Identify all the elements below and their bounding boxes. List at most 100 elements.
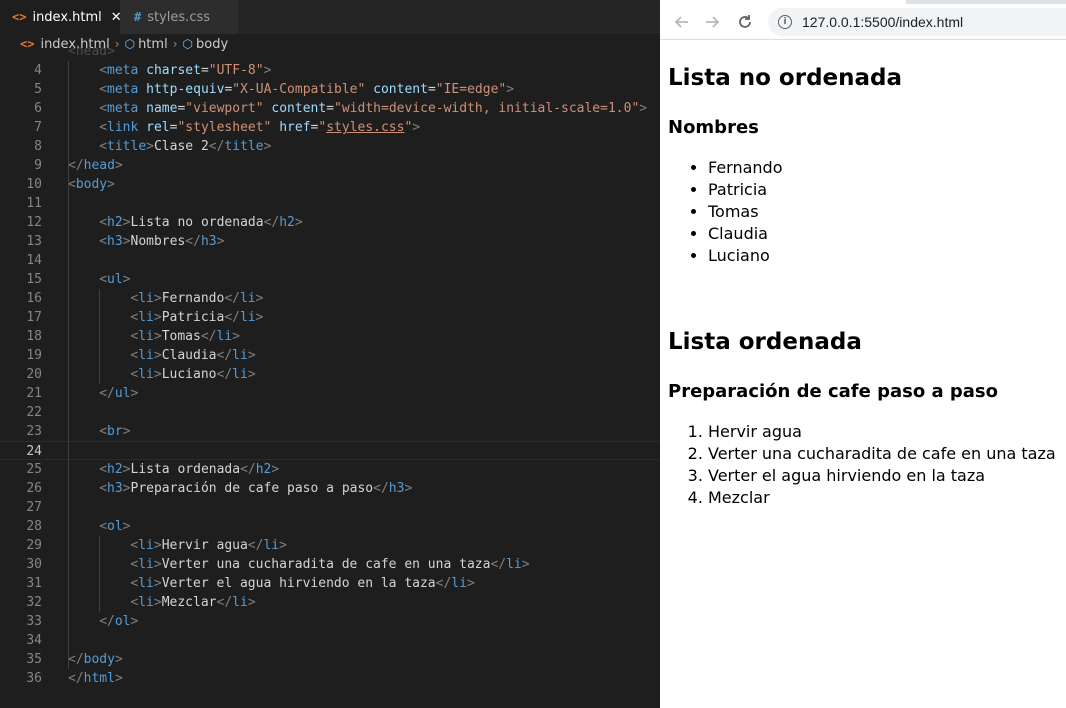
code-text: <h2>Lista no ordenada</h2> (99, 215, 303, 230)
line-number: 28 (26, 519, 42, 534)
line-number: 10 (26, 177, 42, 192)
html-file-icon: <> (20, 37, 35, 51)
code-text: <body> (68, 177, 115, 192)
line-number: 19 (26, 348, 42, 363)
html-file-icon: <> (12, 10, 27, 24)
code-line[interactable]: 28 <ol> (0, 517, 660, 536)
code-text: <title>Clase 2</title> (99, 139, 272, 154)
breadcrumb-html[interactable]: html (138, 37, 168, 52)
list-item: Mezclar (708, 487, 1056, 509)
code-line[interactable]: 25 <h2>Lista ordenada</h2> (0, 460, 660, 479)
line-number: 15 (26, 272, 42, 287)
chevron-right-icon: › (114, 37, 120, 51)
line-number: 23 (26, 424, 42, 439)
code-text: </ul> (99, 386, 139, 401)
line-number: 9 (34, 158, 42, 173)
code-line[interactable]: 35 </body> (0, 650, 660, 669)
code-text: <li>Claudia</li> (130, 348, 256, 363)
back-button[interactable] (670, 10, 694, 34)
code-line[interactable]: 26 <h3>Preparación de cafe paso a paso</h… (0, 479, 660, 498)
reload-icon (739, 15, 751, 28)
code-line[interactable]: 21 </ul> (0, 384, 660, 403)
list-item: Hervir agua (708, 421, 1056, 443)
heading-unordered-list: Lista no ordenada (668, 65, 903, 91)
line-number: 27 (26, 500, 42, 515)
code-text: <li>Luciano</li> (130, 367, 256, 382)
code-area[interactable]: <head> 4 <meta charset="UTF-8"> 5 <meta htt… (0, 44, 660, 708)
line-number: 6 (34, 101, 42, 116)
heading-ordered-list: Lista ordenada (668, 329, 862, 355)
line-number: 16 (26, 291, 42, 306)
line-number: 20 (26, 367, 42, 382)
code-text: <li>Verter una cucharadita de cafe en un… (130, 557, 530, 572)
line-number: 31 (26, 576, 42, 591)
line-number: 13 (26, 234, 42, 249)
code-text: <meta charset="UTF-8"> (99, 63, 272, 78)
indent-guide (68, 61, 69, 669)
code-line[interactable]: 23 <br> (0, 422, 660, 441)
code-line[interactable]: 34 (0, 631, 660, 650)
address-bar[interactable]: i 127.0.0.1:5500/index.html (768, 8, 1066, 36)
code-text: <li>Verter el agua hirviendo en la taza<… (130, 576, 475, 591)
line-number: 17 (26, 310, 42, 325)
line-number: 29 (26, 538, 42, 553)
code-line[interactable]: 9 </head> (0, 156, 660, 175)
css-file-icon: # (134, 10, 142, 24)
line-number: 35 (26, 652, 42, 667)
rendered-page: Lista no ordenada Nombres Fernando Patri… (660, 40, 1066, 708)
list-item: Patricia (708, 179, 783, 201)
chevron-right-icon: › (172, 37, 178, 51)
url-text[interactable]: 127.0.0.1:5500/index.html (802, 14, 963, 30)
browser-window: i 127.0.0.1:5500/index.html Lista no ord… (660, 0, 1066, 708)
indent-guide (99, 289, 100, 384)
code-line[interactable]: 15 <ul> (0, 270, 660, 289)
breadcrumb-body[interactable]: body (196, 37, 228, 52)
arrow-right-icon (706, 16, 720, 28)
code-line[interactable]: 13 <h3>Nombres</h3> (0, 232, 660, 251)
code-line[interactable]: 33 </ol> (0, 612, 660, 631)
line-number: 4 (34, 63, 42, 78)
list-item: Tomas (708, 201, 783, 223)
line-number: 7 (34, 120, 42, 135)
code-text: <li>Mezclar</li> (130, 595, 256, 610)
line-number: 12 (26, 215, 42, 230)
code-text: <link rel="stylesheet" href="styles.css"… (99, 120, 421, 135)
code-line[interactable]: 6 <meta name="viewport" content="width=de… (0, 99, 660, 118)
code-text: <h3>Preparación de cafe paso a paso</h3> (99, 481, 413, 496)
forward-button[interactable] (700, 10, 724, 34)
code-text: <h2>Lista ordenada</h2> (99, 462, 280, 477)
browser-toolbar: i 127.0.0.1:5500/index.html (660, 4, 1066, 40)
code-line[interactable]: 11 (0, 194, 660, 213)
code-text: <h3>Nombres</h3> (99, 234, 225, 249)
code-text: <li>Patricia</li> (130, 310, 264, 325)
code-line[interactable]: 12 <h2>Lista no ordenada</h2> (0, 213, 660, 232)
line-number: 21 (26, 386, 42, 401)
ordered-list: Hervir agua Verter una cucharadita de ca… (668, 421, 1056, 509)
code-line[interactable]: 36 </html> (0, 669, 660, 688)
tab-styles-css[interactable]: # styles.css (120, 0, 238, 34)
code-line[interactable]: 27 (0, 498, 660, 517)
code-line[interactable]: 14 (0, 251, 660, 270)
tab-index-html[interactable]: <> index.html ✕ (0, 0, 122, 34)
code-editor[interactable]: <> index.html ✕ # styles.css <> index.ht… (0, 0, 660, 708)
line-number: 5 (34, 82, 42, 97)
line-number: 33 (26, 614, 42, 629)
code-line[interactable]: 7 <link rel="stylesheet" href="styles.css… (0, 118, 660, 137)
code-text: <meta http-equiv="X-UA-Compatible" conte… (99, 82, 515, 97)
indent-guide (99, 536, 100, 612)
code-line[interactable]: 4 <meta charset="UTF-8"> (0, 61, 660, 80)
reload-button[interactable] (733, 10, 757, 34)
code-line[interactable]: 22 (0, 403, 660, 422)
line-number: 30 (26, 557, 42, 572)
list-item: Luciano (708, 245, 783, 267)
code-line[interactable]: 24 (0, 441, 660, 460)
code-line[interactable]: 8 <title>Clase 2</title> (0, 137, 660, 156)
tab-label: index.html (32, 9, 102, 25)
code-line[interactable]: 5 <meta http-equiv="X-UA-Compatible" cont… (0, 80, 660, 99)
code-text: </body> (68, 652, 123, 667)
list-item: Claudia (708, 223, 783, 245)
editor-tab-bar: <> index.html ✕ # styles.css (0, 0, 660, 34)
list-item: Verter el agua hirviendo en la taza (708, 465, 1056, 487)
code-line[interactable]: 10 <body> (0, 175, 660, 194)
info-icon[interactable]: i (778, 15, 792, 29)
